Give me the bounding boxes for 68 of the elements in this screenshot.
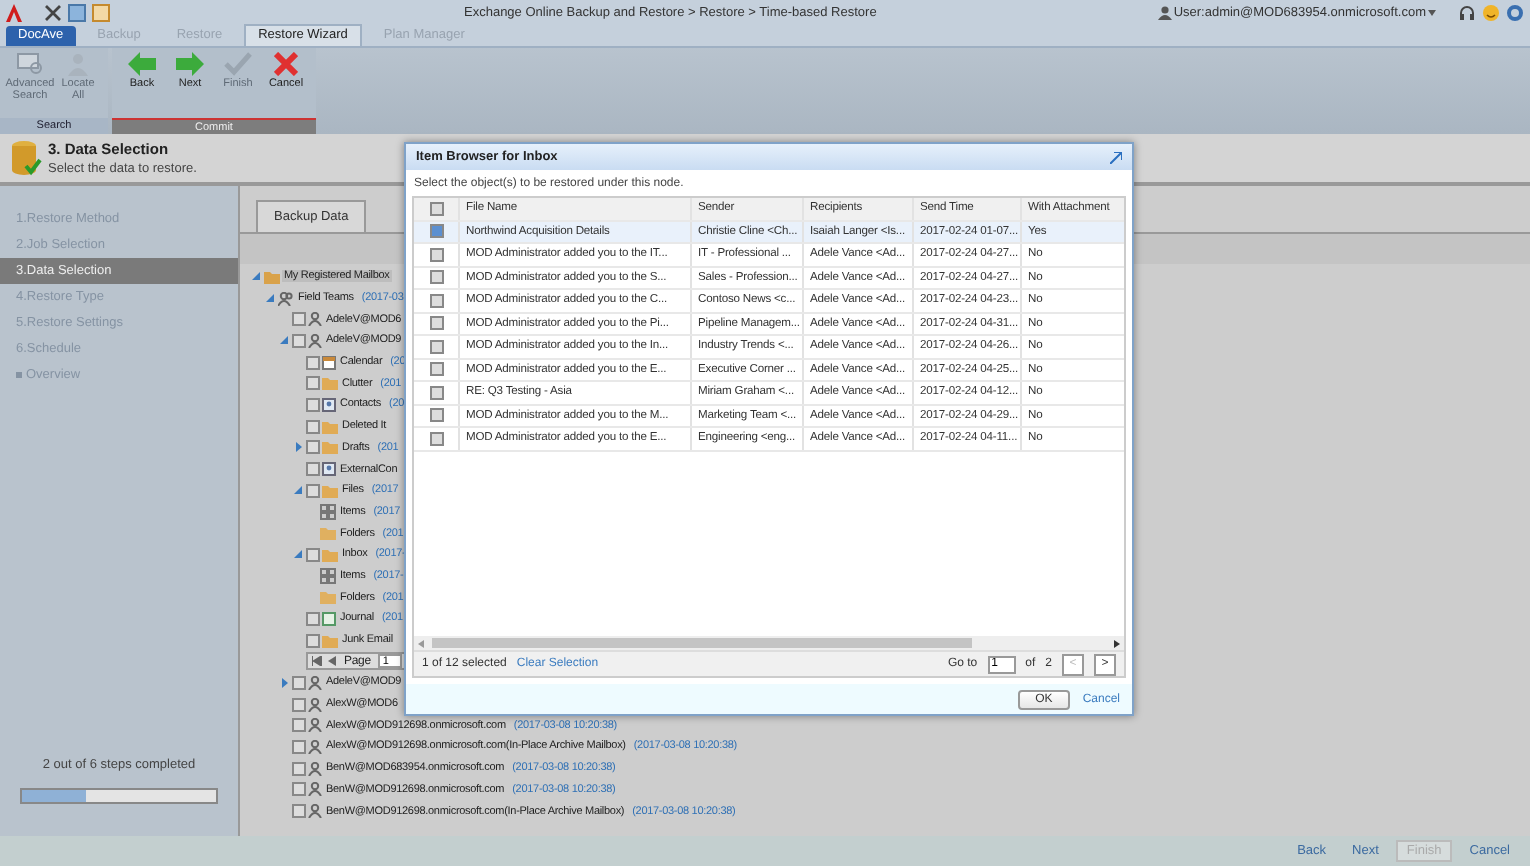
search-icon [16, 52, 44, 76]
folder-icon [264, 269, 280, 284]
person-icon [308, 718, 322, 733]
checkbox[interactable] [306, 633, 320, 648]
checkbox[interactable] [292, 739, 306, 754]
headset-icon [1458, 3, 1476, 21]
previous-page-icon [328, 656, 336, 667]
person-icon [308, 739, 322, 754]
checkmark-icon [224, 52, 252, 76]
checkbox[interactable] [292, 675, 306, 690]
checkbox[interactable] [306, 483, 320, 498]
row-checkbox[interactable] [429, 362, 443, 377]
database-check-icon [10, 140, 42, 176]
checkbox[interactable] [292, 718, 306, 733]
folder-icon [322, 633, 338, 648]
checkbox[interactable] [306, 547, 320, 562]
folder-icon [322, 483, 338, 498]
row-checkbox[interactable] [429, 385, 443, 400]
row-checkbox[interactable] [429, 339, 443, 354]
checkbox[interactable] [292, 761, 306, 776]
person-icon [308, 312, 322, 327]
checkbox[interactable] [306, 419, 320, 434]
contact-card-icon [322, 397, 336, 412]
bullet-icon [16, 372, 22, 378]
scroll-right-icon [1114, 639, 1120, 647]
grid-icon [320, 503, 336, 520]
checkbox[interactable] [306, 611, 320, 626]
person-icon [308, 761, 322, 776]
first-page-icon [312, 656, 322, 667]
person-icon [308, 675, 322, 690]
checkbox[interactable] [292, 312, 306, 327]
person-icon [308, 333, 322, 348]
caret-icon [1428, 9, 1436, 15]
checkbox[interactable] [306, 440, 320, 455]
checkbox[interactable] [306, 397, 320, 412]
checkbox[interactable] [292, 333, 306, 348]
row-checkbox[interactable] [429, 316, 443, 331]
row-checkbox[interactable] [429, 293, 443, 308]
checkbox[interactable] [292, 782, 306, 797]
row-checkbox[interactable] [429, 431, 443, 446]
folder-icon [322, 376, 338, 391]
horizontal-scrollbar[interactable] [414, 636, 1124, 650]
cancel-icon [274, 52, 298, 76]
grid-icon [320, 567, 336, 584]
person-icon [308, 782, 322, 797]
contact-card-icon [322, 462, 336, 477]
checkbox[interactable] [306, 462, 320, 477]
scroll-left-icon [418, 639, 424, 647]
checkbox[interactable] [306, 355, 320, 370]
person-icon [308, 804, 322, 819]
checkbox[interactable] [306, 376, 320, 391]
smiley-icon [1482, 3, 1500, 21]
row-checkbox[interactable] [429, 408, 443, 423]
logo-icon [6, 3, 22, 21]
person-icon [308, 697, 322, 712]
checkbox[interactable] [292, 804, 306, 819]
left-arrow-icon [128, 52, 156, 76]
select-all-checkbox[interactable] [429, 201, 443, 216]
checkbox[interactable] [292, 697, 306, 712]
window-icon [68, 3, 86, 21]
row-checkbox[interactable] [429, 224, 443, 239]
row-checkbox[interactable] [429, 270, 443, 285]
maximize-icon [1110, 151, 1122, 163]
user-icon [1157, 5, 1172, 19]
row-checkbox[interactable] [429, 247, 443, 262]
right-arrow-icon [176, 52, 204, 76]
people-icon [278, 291, 294, 306]
folder-icon [320, 590, 336, 605]
